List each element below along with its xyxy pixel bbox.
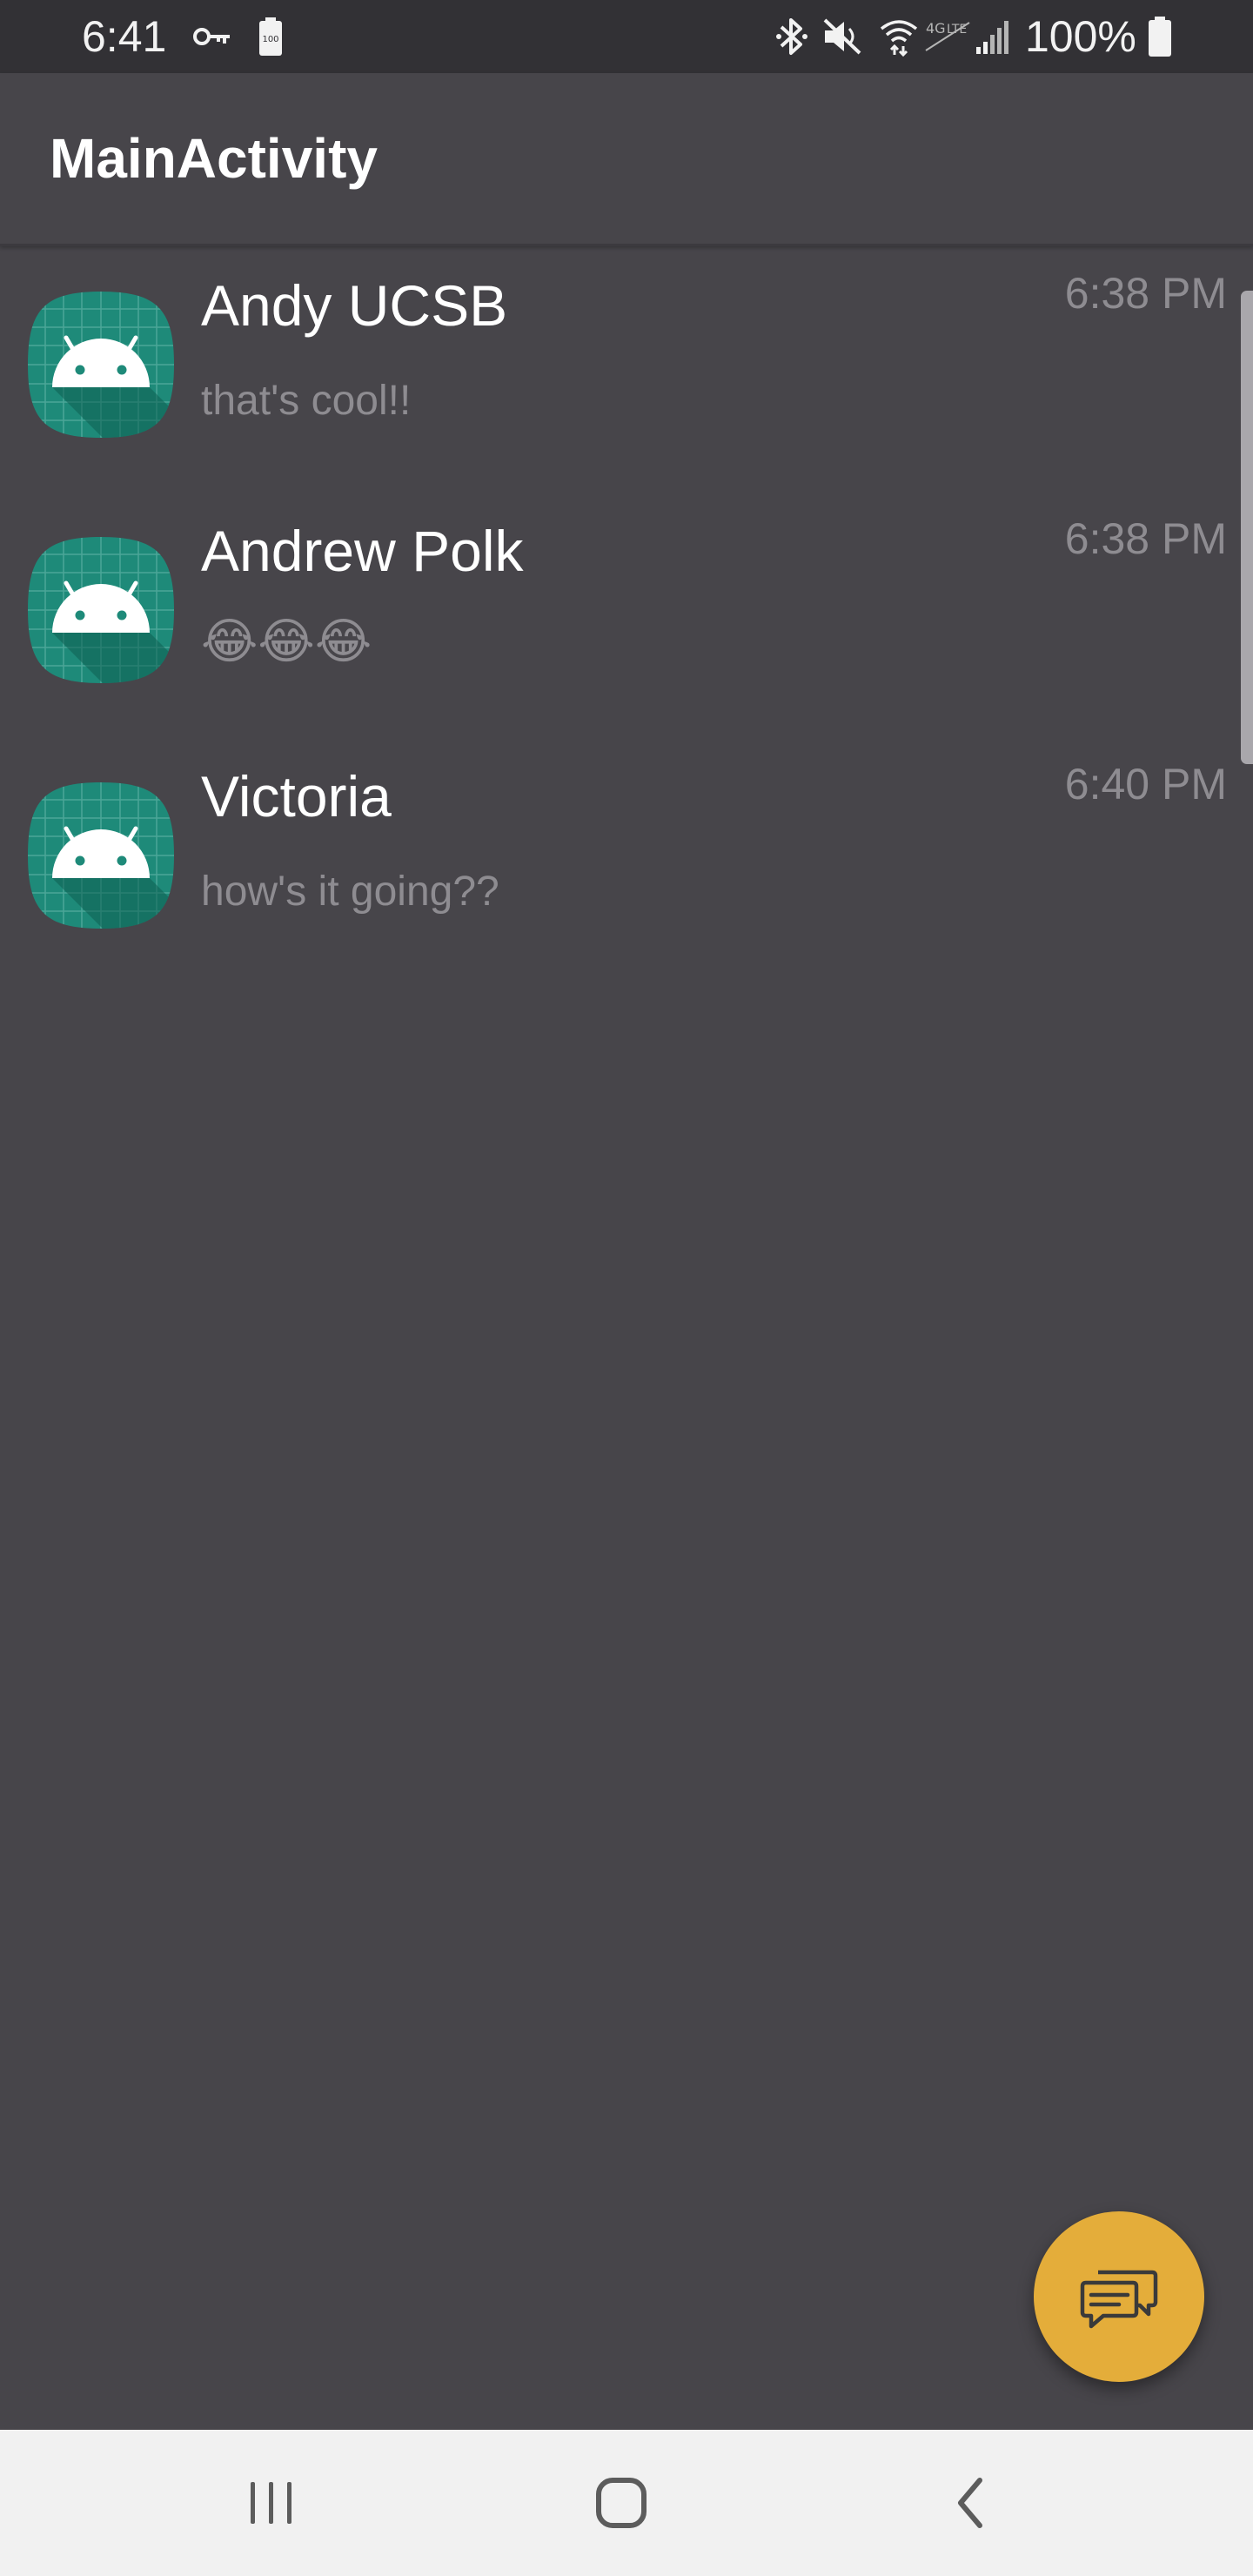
battery-icon [1145,16,1175,57]
android-icon [28,292,174,438]
new-message-icon [1080,2270,1158,2329]
battery-saver-icon: 100 [256,16,285,57]
page-title: MainActivity [50,127,378,190]
svg-text:100: 100 [262,35,278,44]
wifi-icon [879,16,919,57]
signal-icon [975,16,1013,57]
back-button[interactable] [928,2459,1015,2546]
contact-name: Victoria [201,764,392,828]
app-screen: 6:41 100 4G LTE 100% MainActivity Andy U… [0,0,1253,2576]
message-preview: that's cool!! [201,378,412,424]
contact-avatar [26,781,176,930]
contact-name: Andrew Polk [201,519,524,583]
navigation-bar [0,2430,1253,2576]
new-message-button[interactable] [1034,2211,1204,2382]
bluetooth-icon [774,16,809,57]
contact-name: Andy UCSB [201,273,508,338]
battery-percent: 100% [1025,12,1136,61]
conversation-item[interactable]: Victoria how's it going?? 6:40 PM [0,737,1236,983]
mute-icon [821,16,863,57]
message-timestamp: 6:38 PM [1064,514,1227,563]
message-timestamp: 6:38 PM [1064,269,1227,318]
back-icon [958,2478,982,2528]
status-bar: 6:41 100 4G LTE 100% [0,0,1253,73]
message-preview: 😂😂😂 [201,614,372,668]
recent-apps-button[interactable] [228,2459,315,2546]
app-bar: MainActivity [0,73,1253,246]
contact-avatar [26,535,176,685]
scrollbar[interactable] [1241,291,1253,764]
conversation-item[interactable]: Andy UCSB that's cool!! 6:38 PM [0,246,1236,492]
android-icon [28,782,174,929]
lte-icon: 4G LTE [924,16,971,57]
android-icon [28,537,174,683]
home-button[interactable] [578,2459,665,2546]
recent-apps-icon [251,2482,291,2524]
home-icon [596,2478,647,2528]
vpn-key-icon [193,16,231,57]
status-time: 6:41 [82,12,167,61]
conversation-item[interactable]: Andrew Polk 😂😂😂 6:38 PM [0,492,1236,737]
contact-avatar [26,290,176,439]
message-preview: how's it going?? [201,869,499,915]
message-timestamp: 6:40 PM [1064,760,1227,808]
svg-text:4G: 4G [926,20,946,37]
